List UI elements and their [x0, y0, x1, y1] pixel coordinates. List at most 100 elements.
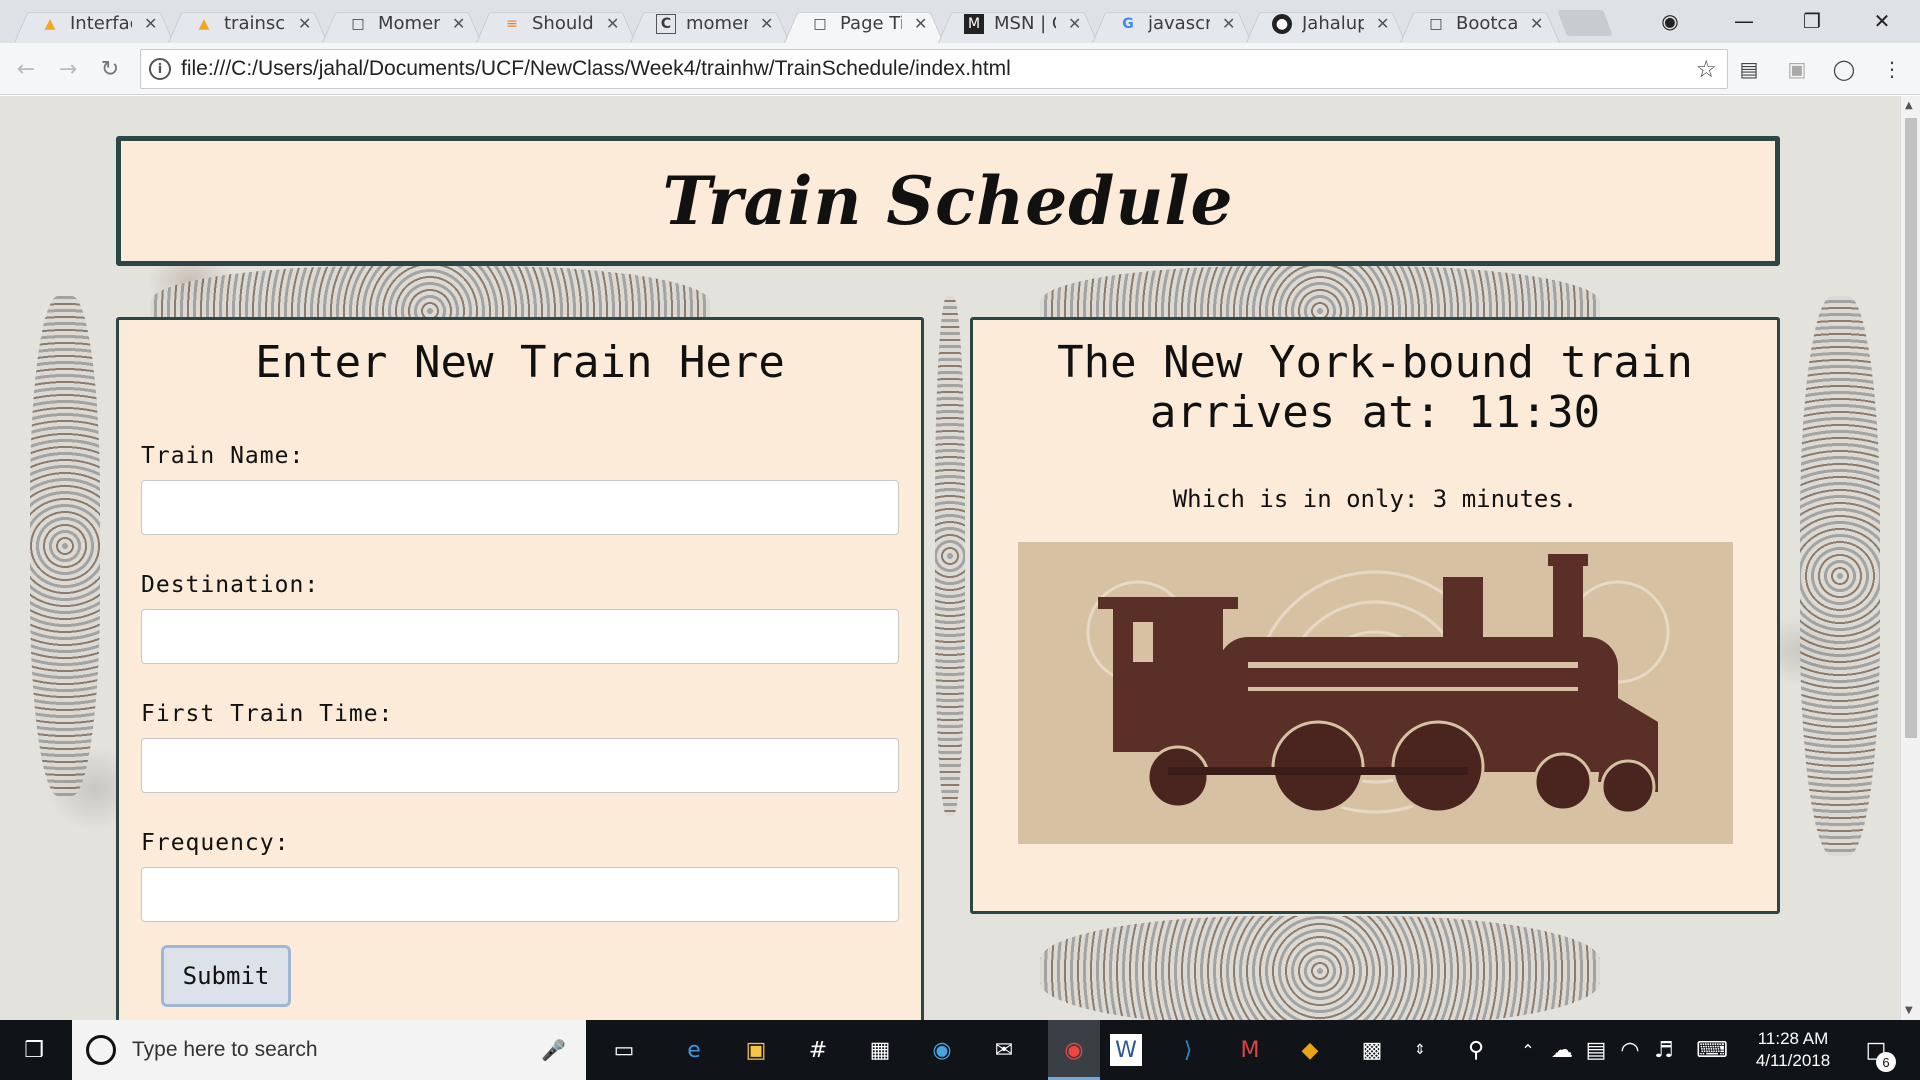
scroll-up-icon[interactable]: ▲	[1905, 100, 1913, 111]
chrome-icon[interactable]: ◉	[1048, 1020, 1100, 1080]
ornament-decoration	[30, 296, 100, 796]
close-tab-icon[interactable]: ✕	[1530, 14, 1543, 33]
page-icon: □	[813, 15, 827, 32]
close-tab-icon[interactable]: ✕	[452, 14, 465, 33]
bookmark-star-icon[interactable]: ☆	[1695, 55, 1717, 83]
menu-icon[interactable]: ⋮	[1878, 55, 1906, 83]
git-icon[interactable]: ◆	[1294, 1034, 1326, 1066]
close-tab-icon[interactable]: ✕	[1376, 14, 1389, 33]
tab-should[interactable]: ≡ Should ✕	[476, 4, 636, 43]
minimize-button[interactable]: —	[1720, 6, 1768, 36]
search-placeholder: Type here to search	[132, 1038, 318, 1061]
close-tab-icon[interactable]: ✕	[298, 14, 311, 33]
windows-start-icon[interactable]: ❒	[18, 1034, 50, 1066]
first-train-time-label: First Train Time:	[141, 701, 394, 727]
header-box: Train Schedule	[116, 136, 1780, 266]
edge-icon[interactable]: e	[678, 1034, 710, 1066]
close-tab-icon[interactable]: ✕	[144, 14, 157, 33]
extension-icon[interactable]: ▤	[1735, 55, 1763, 83]
arrival-heading-line2: arrives at: 11:30	[1149, 387, 1601, 438]
close-window-button[interactable]: ✕	[1858, 6, 1906, 36]
tab-bootcamp[interactable]: □Bootcar✕	[1400, 4, 1560, 43]
clock-time: 11:28 AM	[1757, 1029, 1829, 1048]
terminal-icon[interactable]: ▩	[1356, 1034, 1388, 1066]
arrival-heading-line1: The New York-bound train	[1057, 337, 1693, 388]
tab-page-title[interactable]: □ Page Ti ✕	[784, 4, 944, 43]
word-icon[interactable]: W	[1110, 1034, 1142, 1066]
gmail-icon[interactable]: M	[1234, 1034, 1266, 1066]
train-name-label: Train Name:	[141, 443, 305, 469]
store-icon[interactable]: ▦	[864, 1034, 896, 1066]
tab-github[interactable]: ● Jahalup ✕	[1246, 4, 1406, 43]
notification-count-badge: 6	[1876, 1052, 1896, 1072]
close-tab-icon[interactable]: ✕	[1222, 14, 1235, 33]
firebase-icon: ▲	[44, 15, 56, 32]
app-icon[interactable]: ◉	[926, 1034, 958, 1066]
page-scrollbar[interactable]: ▲ ▼	[1900, 96, 1920, 1020]
people-icon[interactable]: ⚲	[1460, 1034, 1492, 1066]
volume-icon[interactable]: ♬	[1648, 1034, 1680, 1066]
tab-msn[interactable]: MMSN | C✕	[938, 4, 1098, 43]
page-icon: □	[1429, 15, 1443, 32]
battery-icon[interactable]: ▤	[1580, 1034, 1612, 1066]
frequency-input[interactable]	[141, 867, 899, 922]
train-name-input[interactable]	[141, 480, 899, 535]
taskbar-scroll-icon[interactable]: ⇕	[1404, 1034, 1436, 1066]
ornament-decoration	[1040, 916, 1600, 1020]
page-icon: □	[351, 15, 365, 32]
forward-button[interactable]: →	[52, 53, 84, 85]
tab-interface[interactable]: ▲Interface✕	[14, 4, 174, 43]
taskbar-search[interactable]: Type here to search 🎤	[72, 1020, 586, 1080]
close-tab-icon[interactable]: ✕	[1068, 14, 1081, 33]
close-tab-icon[interactable]: ✕	[760, 14, 773, 33]
tab-javascript[interactable]: Gjavascri✕	[1092, 4, 1252, 43]
task-view-icon[interactable]: ▭	[608, 1034, 640, 1066]
info-icon[interactable]: i	[149, 58, 171, 80]
scroll-down-icon[interactable]: ▼	[1905, 1005, 1913, 1016]
address-bar[interactable]: i file:///C:/Users/jahal/Documents/UCF/N…	[140, 49, 1728, 89]
onedrive-icon[interactable]: ☁	[1546, 1034, 1578, 1066]
close-tab-icon[interactable]: ✕	[914, 14, 927, 33]
submit-button[interactable]: Submit	[161, 945, 291, 1007]
letter-c-icon: C	[656, 13, 676, 34]
arrival-heading: The New York-bound train arrives at: 11:…	[973, 338, 1777, 438]
tab-momen[interactable]: □ Momen ✕	[322, 4, 482, 43]
form-heading: Enter New Train Here	[255, 337, 785, 388]
slack-icon[interactable]: #	[802, 1034, 834, 1066]
wifi-icon[interactable]: ◠	[1614, 1034, 1646, 1066]
firebase-icon: ▲	[198, 15, 210, 32]
scrollbar-thumb[interactable]	[1905, 118, 1917, 738]
new-train-form: Enter New Train Here Train Name: Destina…	[116, 317, 924, 1037]
restore-button[interactable]: ❐	[1788, 6, 1836, 36]
extension-icon[interactable]: ▣	[1783, 55, 1811, 83]
wait-time-text: Which is in only: 3 minutes.	[1172, 485, 1578, 513]
page-title: Train Schedule	[662, 162, 1234, 240]
locomotive-image	[1018, 542, 1733, 844]
microphone-icon[interactable]: 🎤	[541, 1038, 566, 1062]
tab-momen-c[interactable]: Cmomen ✕	[630, 4, 790, 43]
tab-trainsch[interactable]: ▲trainsch✕	[168, 4, 328, 43]
file-explorer-icon[interactable]: ▣	[740, 1034, 772, 1066]
stackoverflow-icon: ≡	[506, 15, 518, 32]
mail-icon[interactable]: ✉	[988, 1034, 1020, 1066]
close-tab-icon[interactable]: ✕	[606, 14, 619, 33]
ornament-decoration	[1800, 296, 1880, 856]
extension-icon[interactable]: ◯	[1830, 55, 1858, 83]
ornament-decoration	[935, 296, 965, 816]
back-button[interactable]: ←	[10, 53, 42, 85]
keyboard-icon[interactable]: ⌨	[1696, 1034, 1728, 1066]
destination-input[interactable]	[141, 609, 899, 664]
first-train-time-input[interactable]	[141, 738, 899, 793]
vscode-icon[interactable]: ⟩	[1172, 1034, 1204, 1066]
frequency-label: Frequency:	[141, 830, 290, 856]
chevron-up-icon[interactable]: ⌃	[1512, 1034, 1544, 1066]
reload-button[interactable]: ↻	[94, 53, 126, 85]
url-text[interactable]: file:///C:/Users/jahal/Documents/UCF/New…	[181, 57, 1011, 81]
new-tab-button[interactable]	[1557, 10, 1613, 36]
clock-date: 4/11/2018	[1755, 1051, 1831, 1070]
msn-icon: M	[964, 13, 984, 34]
cortana-icon	[86, 1035, 116, 1065]
profile-icon[interactable]: ◉	[1646, 6, 1694, 36]
system-clock[interactable]: 11:28 AM 4/11/2018	[1738, 1028, 1848, 1072]
browser-toolbar: ← → ↻ i file:///C:/Users/jahal/Documents…	[0, 43, 1920, 95]
